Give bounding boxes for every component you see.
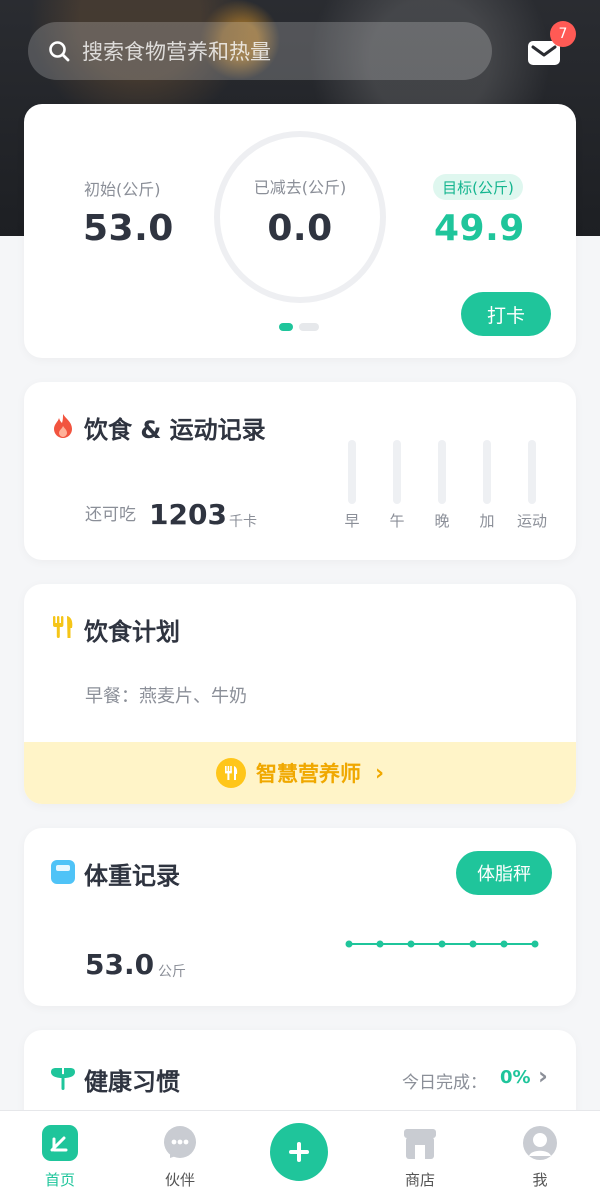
weight-summary-card: 初始(公斤) 53.0 已减去(公斤) 0.0 目标(公斤) 49.9 打卡 [24, 104, 576, 358]
nutritionist-banner[interactable]: 智慧营养师 › [24, 742, 576, 804]
checkin-button[interactable]: 打卡 [461, 292, 551, 336]
add-record-button[interactable] [270, 1123, 328, 1181]
initial-weight-value: 53.0 [83, 208, 174, 249]
diet-plan-title: 饮食计划 [84, 618, 180, 646]
diet-exercise-title: 饮食 & 运动记录 [84, 416, 266, 444]
scale-icon [51, 860, 75, 884]
meal-bar-snack [483, 440, 491, 504]
flame-icon [54, 414, 72, 438]
meal-bar-breakfast [348, 440, 356, 504]
notification-badge: 7 [550, 21, 576, 47]
chat-bubble-icon [164, 1126, 196, 1158]
home-leaf-icon [42, 1125, 78, 1161]
tab-me[interactable]: 我 [500, 1111, 580, 1195]
chevron-right-icon[interactable]: › [538, 1062, 548, 1090]
goal-weight-value: 49.9 [434, 208, 525, 249]
utensils-icon [53, 616, 73, 638]
meal-label-exercise: 运动 [516, 512, 547, 530]
tab-shop-label: 商店 [404, 1171, 435, 1189]
shop-icon [404, 1129, 436, 1159]
current-weight-unit: 公斤 [158, 964, 186, 980]
meal-bar-dinner [438, 440, 446, 504]
habits-progress-value: 0% [500, 1067, 531, 1088]
profile-icon [523, 1126, 557, 1160]
search-placeholder: 搜索食物营养和热量 [82, 40, 271, 64]
current-weight-value: 53.0 [85, 948, 155, 981]
tab-me-label: 我 [532, 1171, 548, 1189]
calories-unit: 千卡 [229, 514, 257, 530]
health-habits-title: 健康习惯 [84, 1068, 180, 1096]
nutritionist-icon [215, 758, 246, 788]
remaining-calories-value: 1203 [149, 498, 227, 531]
page-dot [299, 323, 319, 331]
bottom-tab-bar: 首页 伙伴 商店 我 [0, 1110, 600, 1195]
nutritionist-label: 智慧营养师 [255, 762, 361, 786]
diet-plan-card[interactable]: 饮食计划 早餐：燕麦片、牛奶 智慧营养师 › [24, 584, 576, 804]
meal-bar-lunch [393, 440, 401, 504]
search-icon [49, 41, 70, 62]
weight-record-card[interactable]: 体重记录 体脂秤 53.0 公斤 [24, 828, 576, 1006]
lost-weight-label: 已减去(公斤) [253, 178, 347, 197]
tab-home-label: 首页 [44, 1171, 75, 1189]
breakfast-plan: 早餐：燕麦片、牛奶 [85, 686, 247, 707]
search-bar[interactable]: 搜索食物营养和热量 [28, 22, 492, 80]
tab-partner[interactable]: 伙伴 [140, 1111, 220, 1195]
remaining-calories-label: 还可吃 [85, 505, 136, 525]
weight-trend-sparkline [345, 940, 539, 948]
plus-icon [289, 1142, 309, 1162]
habits-progress-label: 今日完成： [402, 1073, 487, 1093]
page-indicator [279, 323, 319, 331]
tab-home[interactable]: 首页 [20, 1111, 100, 1195]
body-fat-scale-button[interactable]: 体脂秤 [456, 851, 552, 895]
meal-bar-exercise [528, 440, 536, 504]
initial-weight-label: 初始(公斤) [84, 180, 161, 199]
sprout-icon [51, 1068, 75, 1090]
diet-exercise-card[interactable]: 饮食 & 运动记录 还可吃 1203 千卡 早 午 晚 加 运动 [24, 382, 576, 560]
lost-weight-value: 0.0 [267, 208, 333, 249]
page-dot-active [279, 323, 293, 331]
tab-shop[interactable]: 商店 [380, 1111, 460, 1195]
chevron-right-icon: › [374, 760, 385, 786]
tab-partner-label: 伙伴 [164, 1171, 195, 1189]
goal-weight-label: 目标(公斤) [433, 174, 523, 200]
weight-record-title: 体重记录 [84, 862, 180, 890]
